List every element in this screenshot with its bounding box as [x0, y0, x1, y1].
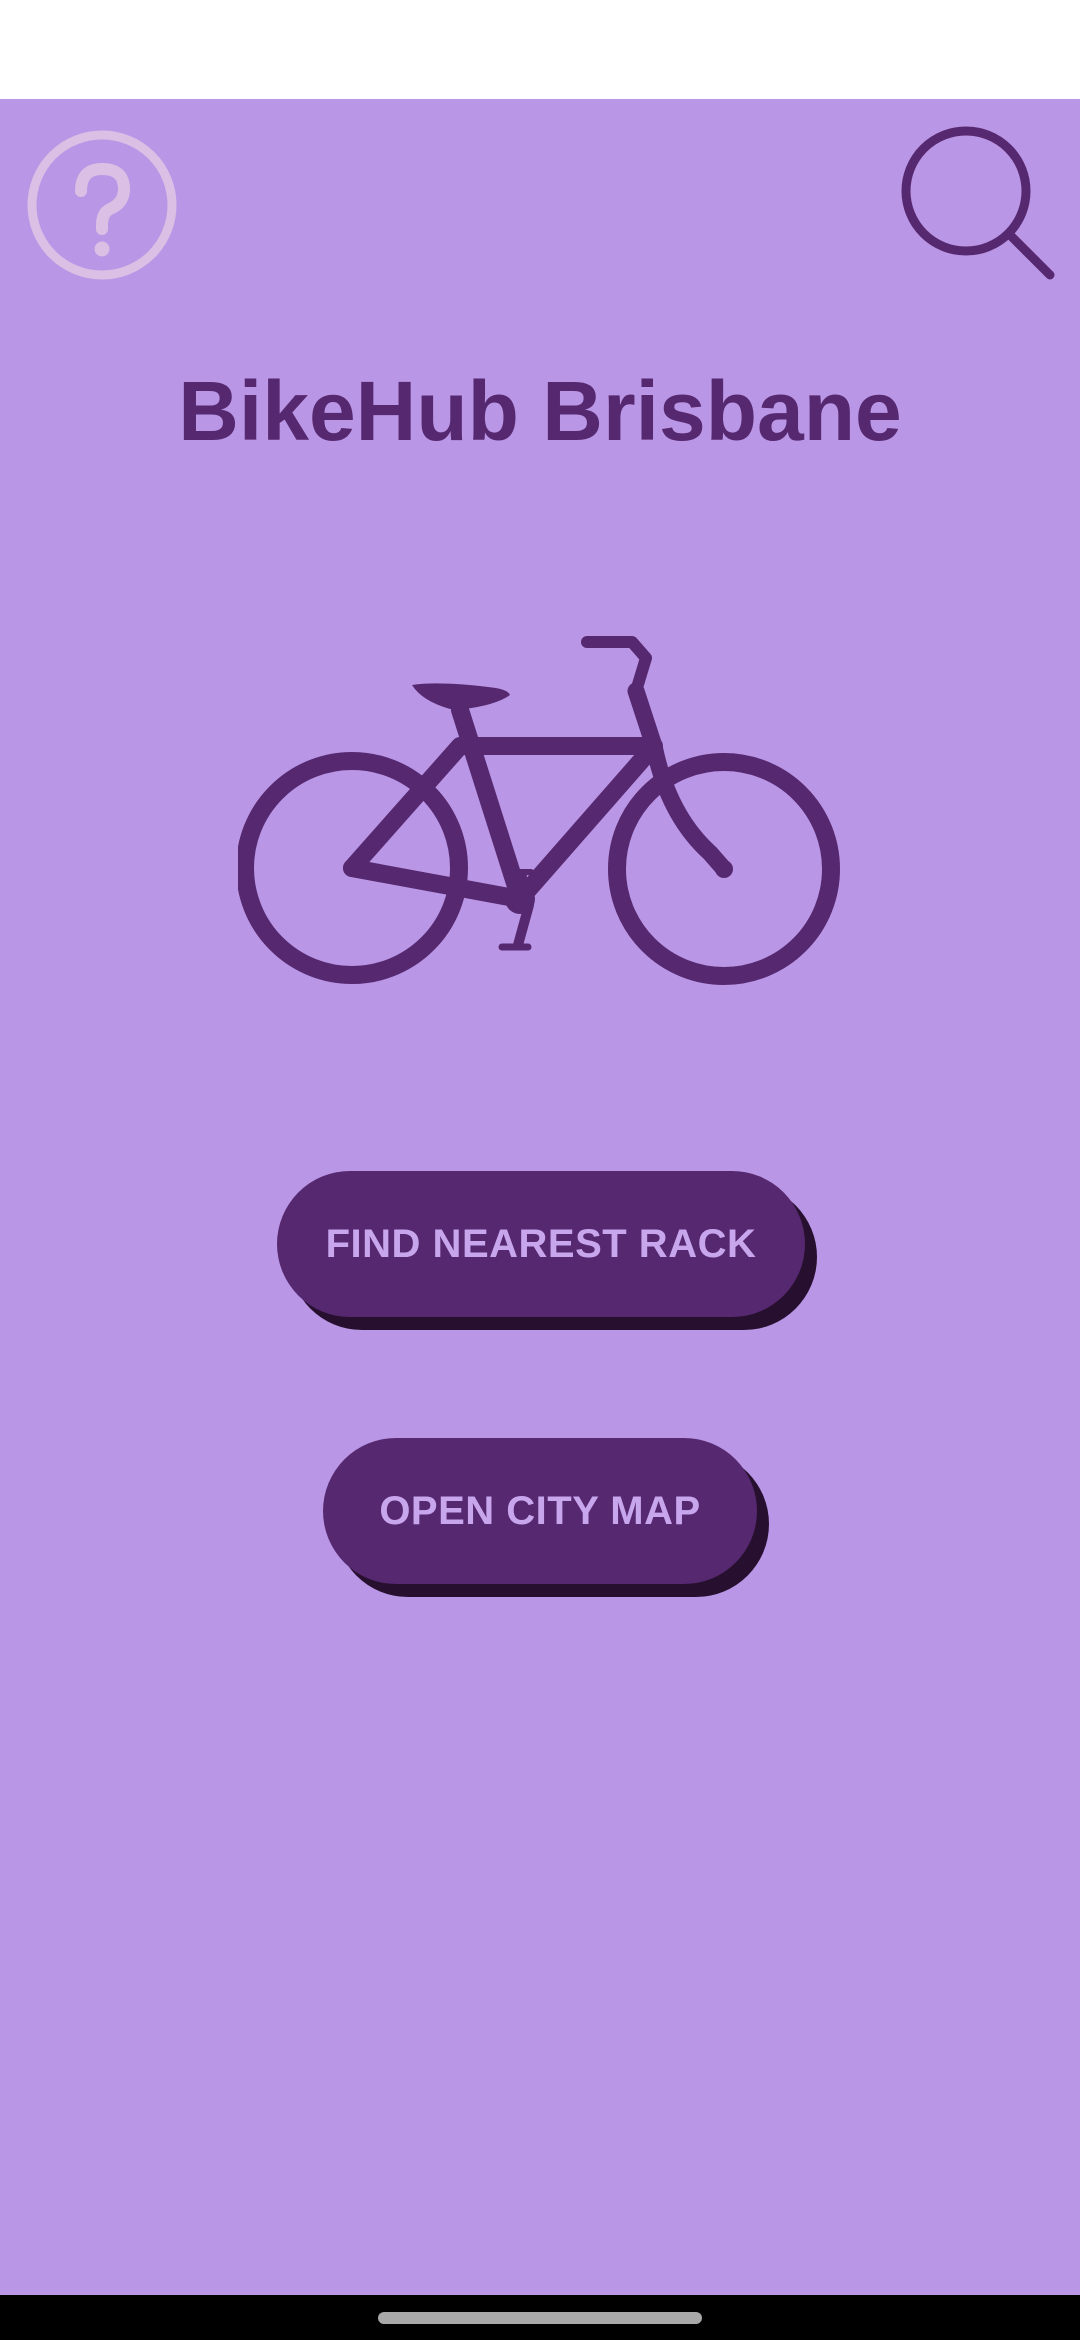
- help-circle-icon: [27, 130, 177, 280]
- open-city-map-wrapper: OPEN CITY MAP: [323, 1438, 769, 1597]
- navigation-bar: [0, 2295, 1080, 2340]
- find-nearest-rack-wrapper: FIND NEAREST RACK: [277, 1171, 817, 1330]
- home-indicator[interactable]: [378, 2312, 702, 2324]
- open-city-map-button[interactable]: OPEN CITY MAP: [323, 1438, 757, 1584]
- help-button[interactable]: [26, 129, 178, 281]
- screen: BikeHub Brisbane FIND NEAREST RACK OPEN …: [0, 0, 1080, 2340]
- page-title: BikeHub Brisbane: [178, 364, 902, 458]
- app-main: BikeHub Brisbane FIND NEAREST RACK OPEN …: [0, 99, 1080, 2295]
- search-button[interactable]: [896, 121, 1060, 285]
- find-nearest-rack-button[interactable]: FIND NEAREST RACK: [277, 1171, 805, 1317]
- status-bar: [0, 0, 1080, 99]
- search-icon: [901, 126, 1055, 280]
- bicycle-icon: [238, 636, 840, 985]
